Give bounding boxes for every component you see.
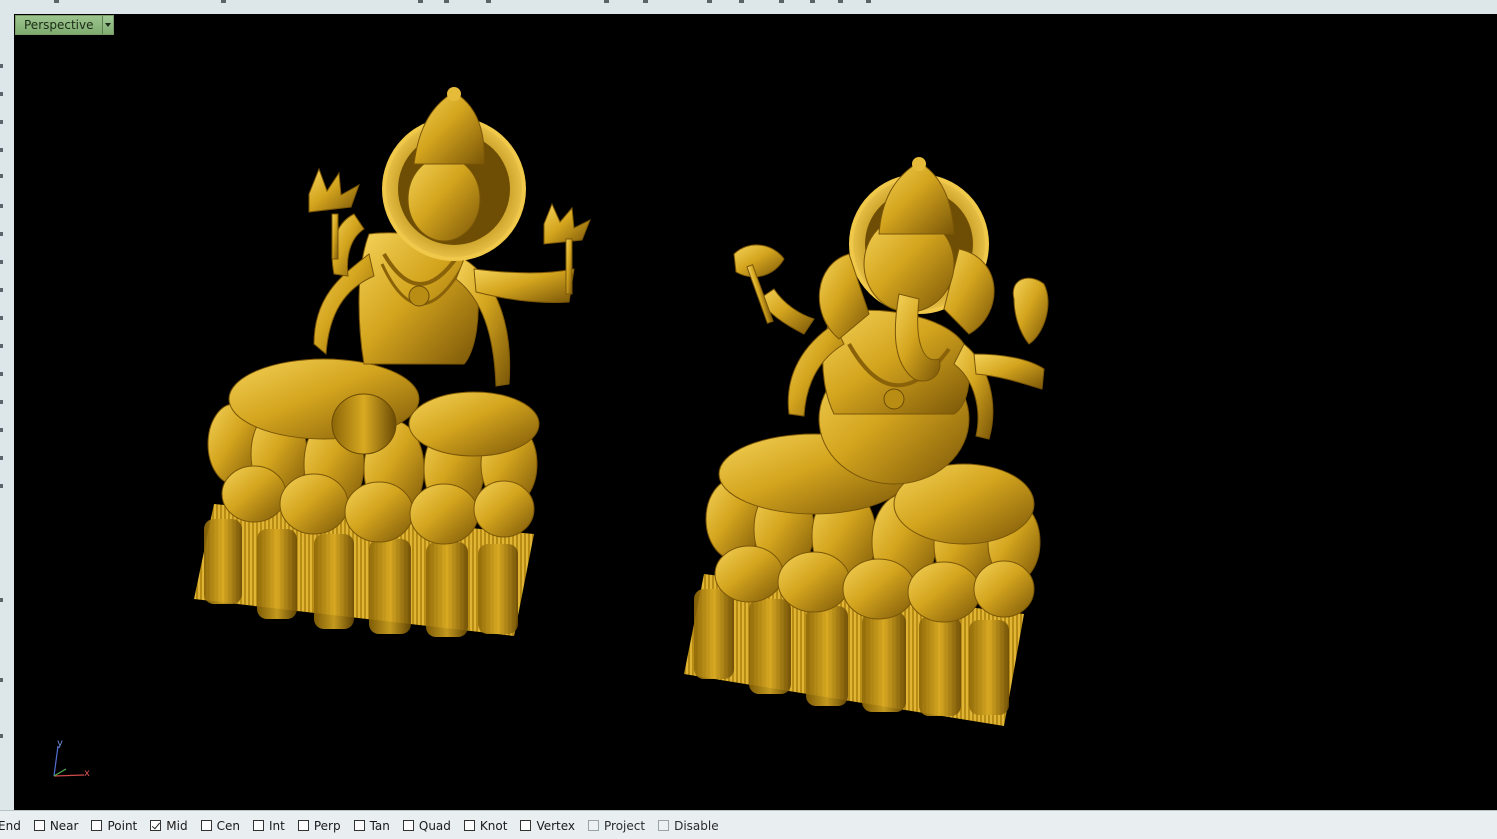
axis-x-label: x bbox=[84, 768, 90, 779]
perspective-viewport[interactable]: Perspective y x bbox=[14, 14, 1497, 810]
toolbar-mark bbox=[0, 260, 3, 264]
osnap-label: Tan bbox=[369, 818, 390, 833]
axis-y-label: y bbox=[57, 738, 63, 749]
toolbar-tick bbox=[779, 0, 784, 3]
toolbar-tick bbox=[444, 0, 449, 3]
toolbar-mark bbox=[0, 92, 3, 96]
checkbox[interactable] bbox=[463, 820, 475, 831]
osnap-cen[interactable]: Cen bbox=[200, 818, 240, 833]
osnap-label: Knot bbox=[479, 818, 508, 833]
toolbar-tick bbox=[810, 0, 815, 3]
toolbar-tick bbox=[838, 0, 843, 3]
viewport-title-tab[interactable]: Perspective bbox=[15, 15, 114, 35]
toolbar-mark bbox=[0, 288, 3, 292]
world-axis-indicator: y x bbox=[46, 736, 96, 786]
render-scene bbox=[194, 87, 1049, 726]
checkbox[interactable] bbox=[402, 820, 414, 831]
lakshmi-statue bbox=[194, 87, 591, 637]
checkbox[interactable] bbox=[520, 820, 532, 831]
osnap-label: Vertex bbox=[536, 818, 576, 833]
toolbar-mark bbox=[0, 204, 3, 208]
osnap-perp[interactable]: Perp bbox=[297, 818, 341, 833]
toolbar-mark bbox=[0, 678, 3, 682]
toolbar-tick bbox=[54, 0, 59, 3]
osnap-label: Near bbox=[49, 818, 79, 833]
osnap-label: End bbox=[0, 818, 21, 833]
toolbar-mark bbox=[0, 120, 3, 124]
left-toolbar-edge bbox=[0, 14, 14, 810]
checkbox[interactable] bbox=[200, 820, 212, 831]
osnap-vertex[interactable]: Vertex bbox=[520, 819, 575, 833]
toolbar-tick bbox=[643, 0, 648, 3]
osnap-quad[interactable]: Quad bbox=[402, 818, 451, 833]
ganesha-statue bbox=[684, 157, 1049, 726]
osnap-label: Int bbox=[268, 818, 285, 833]
checkbox[interactable] bbox=[91, 820, 103, 831]
toolbar-mark bbox=[0, 148, 3, 152]
toolbar-tick bbox=[866, 0, 871, 3]
toolbar-mark bbox=[0, 64, 3, 68]
osnap-label: Perp bbox=[313, 818, 341, 833]
osnap-label: Disable bbox=[674, 818, 719, 833]
checkbox bbox=[588, 820, 600, 831]
checkbox bbox=[658, 820, 670, 831]
osnap-label: Project bbox=[604, 818, 646, 833]
viewport-title[interactable]: Perspective bbox=[16, 16, 102, 34]
osnap-label: Quad bbox=[418, 818, 451, 833]
toolbar-tick bbox=[707, 0, 712, 3]
toolbar-tick bbox=[221, 0, 226, 3]
osnap-label: Cen bbox=[216, 818, 240, 833]
osnap-point[interactable]: Point bbox=[91, 819, 137, 833]
osnap-toolbar: End Near Point Mid Cen Int Perp Tan Quad Knot Vert… bbox=[0, 810, 1497, 839]
toolbar-mark bbox=[0, 428, 3, 432]
toolbar-mark bbox=[0, 456, 3, 460]
osnap-tan[interactable]: Tan bbox=[353, 818, 390, 833]
checkbox[interactable] bbox=[297, 820, 309, 831]
toolbar-mark bbox=[0, 316, 3, 320]
toolbar-mark bbox=[0, 344, 3, 348]
toolbar-tick bbox=[418, 0, 423, 3]
checkbox[interactable] bbox=[353, 820, 365, 831]
toolbar-edge bbox=[0, 0, 1497, 14]
toolbar-mark bbox=[0, 484, 3, 488]
osnap-near[interactable]: Near bbox=[33, 818, 79, 833]
osnap-label: Mid bbox=[166, 818, 188, 833]
toolbar-tick bbox=[739, 0, 744, 3]
toolbar-mark bbox=[0, 400, 3, 404]
toolbar-mark bbox=[0, 734, 3, 738]
toolbar-mark bbox=[0, 232, 3, 236]
osnap-label: Point bbox=[107, 818, 138, 833]
osnap-knot[interactable]: Knot bbox=[463, 818, 508, 833]
toolbar-mark bbox=[0, 174, 3, 178]
osnap-project: Project bbox=[588, 819, 645, 833]
rhino-window: Perspective y x End Near Point Mid Cen I… bbox=[0, 0, 1497, 839]
toolbar-mark bbox=[0, 372, 3, 376]
checkbox[interactable] bbox=[252, 820, 264, 831]
checkbox[interactable] bbox=[150, 820, 162, 831]
toolbar-tick bbox=[604, 0, 609, 3]
chevron-down-icon[interactable] bbox=[101, 16, 113, 34]
toolbar-tick bbox=[486, 0, 491, 3]
osnap-end[interactable]: End bbox=[0, 819, 21, 833]
toolbar-mark bbox=[0, 598, 3, 602]
checkbox[interactable] bbox=[33, 820, 45, 831]
osnap-disable: Disable bbox=[658, 819, 719, 833]
osnap-int[interactable]: Int bbox=[252, 818, 285, 833]
osnap-mid[interactable]: Mid bbox=[150, 818, 188, 833]
